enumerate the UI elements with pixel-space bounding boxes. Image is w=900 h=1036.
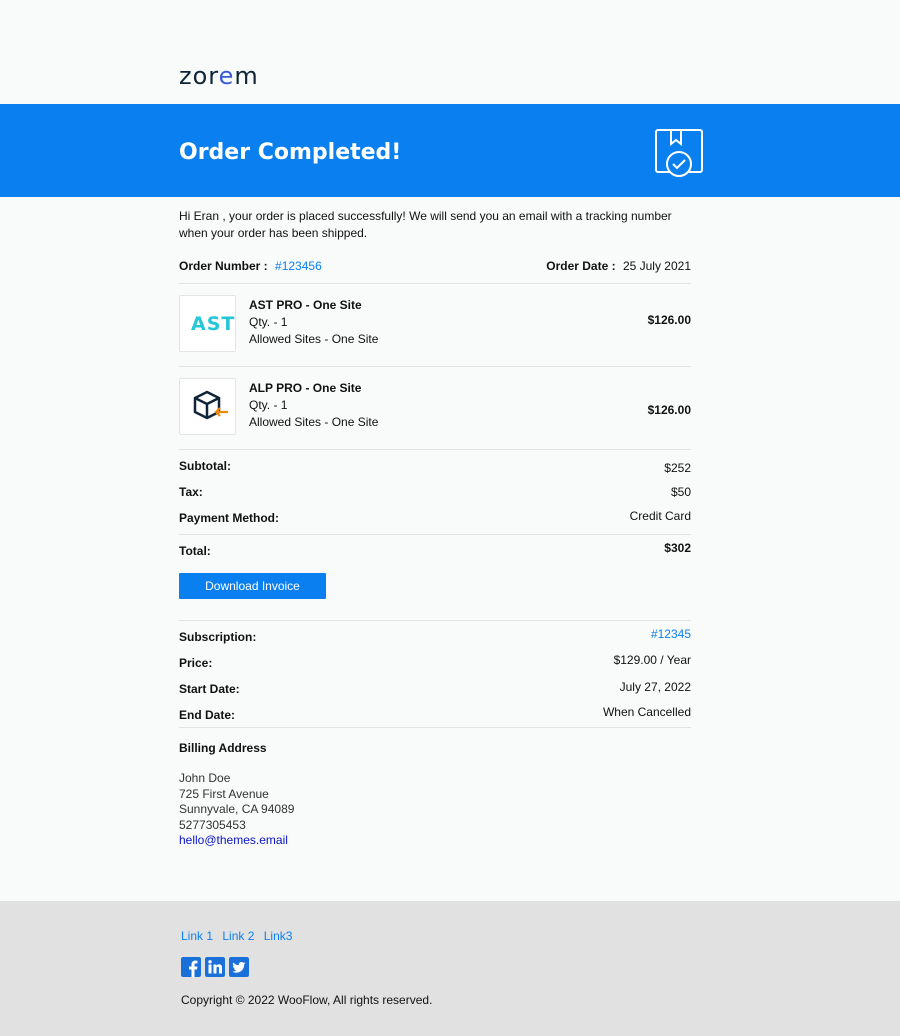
twitter-icon[interactable] xyxy=(229,957,249,977)
zorem-logo: zorem xyxy=(179,62,259,90)
billing-email-link[interactable]: hello@themes.email xyxy=(179,833,691,849)
billing-title: Billing Address xyxy=(179,741,267,755)
end-date-row: End Date: When Cancelled xyxy=(179,705,691,734)
tax-label: Tax: xyxy=(179,485,203,499)
item-sites: Allowed Sites - One Site xyxy=(249,415,379,429)
price-row: Price: $129.00 / Year xyxy=(179,653,691,682)
footer-link-3[interactable]: Link3 xyxy=(264,929,293,943)
subscription-section: Subscription: #12345 Price: $129.00 / Ye… xyxy=(179,627,691,734)
logo-text-a: zor xyxy=(179,62,219,90)
logo-text-b: m xyxy=(234,62,259,90)
product-thumbnail xyxy=(179,378,236,435)
start-date-value: July 27, 2022 xyxy=(619,680,691,694)
item-name: AST PRO - One Site xyxy=(249,298,362,312)
payment-row: Payment Method: Credit Card xyxy=(179,509,691,537)
end-date-value: When Cancelled xyxy=(602,705,691,719)
item-name: ALP PRO - One Site xyxy=(249,381,362,395)
subtotal-row: Subtotal: $252 xyxy=(179,459,691,485)
footer-link-1[interactable]: Link 1 xyxy=(181,929,213,943)
order-item: ALP PRO - One Site Qty. - 1 Allowed Site… xyxy=(179,367,691,449)
order-meta: Order Number : #123456 Order Date : 25 J… xyxy=(179,259,691,279)
billing-name: John Doe xyxy=(179,771,231,785)
order-date: Order Date : 25 July 2021 xyxy=(546,259,691,273)
order-content: Hi Eran , your order is placed successfu… xyxy=(179,208,691,849)
price-label: Price: xyxy=(179,656,213,670)
divider xyxy=(179,449,691,450)
order-banner: Order Completed! xyxy=(0,104,900,197)
footer: Link 1 Link 2 Link3 Copyright © 2022 Woo… xyxy=(0,901,900,1036)
subscription-label: Subscription: xyxy=(179,630,257,644)
order-date-label: Order Date : xyxy=(546,259,616,273)
item-info: AST PRO - One Site Qty. - 1 Allowed Site… xyxy=(249,297,378,348)
subtotal-value: $252 xyxy=(664,461,691,475)
linkedin-icon[interactable] xyxy=(205,957,225,977)
product-thumbnail: AST xyxy=(179,295,236,352)
box-arrow-icon xyxy=(193,390,228,420)
start-date-label: Start Date: xyxy=(179,682,240,696)
order-number-link[interactable]: #123456 xyxy=(275,259,322,273)
tax-value: $50 xyxy=(670,485,691,499)
subscription-link[interactable]: #12345 xyxy=(651,627,691,641)
item-qty: Qty. - 1 xyxy=(249,315,288,329)
email-page: zorem Order Completed! Hi Eran , your or… xyxy=(0,0,900,1036)
logo-text-e: e xyxy=(218,62,235,90)
item-qty: Qty. - 1 xyxy=(249,398,288,412)
item-info: ALP PRO - One Site Qty. - 1 Allowed Site… xyxy=(249,380,378,431)
social-links xyxy=(181,957,249,977)
billing-city: Sunnyvale, CA 94089 xyxy=(179,802,295,816)
item-price: $126.00 xyxy=(647,313,691,327)
order-item: AST AST PRO - One Site Qty. - 1 Allowed … xyxy=(179,284,691,366)
price-value: $129.00 / Year xyxy=(613,653,691,667)
order-number-label: Order Number : xyxy=(179,259,268,273)
total-row: Total: $302 xyxy=(179,541,691,570)
intro-text: Hi Eran , your order is placed successfu… xyxy=(179,209,672,240)
billing-phone: 5277305453 xyxy=(179,817,246,832)
download-invoice-button[interactable]: Download Invoice xyxy=(179,573,326,599)
order-number: Order Number : #123456 xyxy=(179,259,322,273)
footer-links: Link 1 Link 2 Link3 xyxy=(181,929,298,943)
footer-link-2[interactable]: Link 2 xyxy=(222,929,254,943)
total-value: $302 xyxy=(664,541,691,555)
copyright-text: Copyright © 2022 WooFlow, All rights res… xyxy=(181,993,433,1007)
total-label: Total: xyxy=(179,544,211,558)
facebook-icon[interactable] xyxy=(181,957,201,977)
billing-street: 725 First Avenue xyxy=(179,786,269,801)
package-check-icon xyxy=(655,129,703,177)
totals-section: Subtotal: $252 Tax: $50 Payment Method: … xyxy=(179,459,691,537)
tax-row: Tax: $50 xyxy=(179,485,691,511)
item-sites: Allowed Sites - One Site xyxy=(249,332,379,346)
payment-label: Payment Method: xyxy=(179,511,280,525)
end-date-label: End Date: xyxy=(179,708,236,722)
billing-address: John Doe 725 First Avenue Sunnyvale, CA … xyxy=(179,771,691,849)
ast-logo: AST xyxy=(191,313,236,335)
subtotal-label: Subtotal: xyxy=(179,459,231,473)
order-date-value: 25 July 2021 xyxy=(622,259,691,273)
item-price: $126.00 xyxy=(647,403,691,417)
payment-value: Credit Card xyxy=(629,509,691,523)
page-title: Order Completed! xyxy=(179,140,402,165)
divider xyxy=(179,620,691,621)
